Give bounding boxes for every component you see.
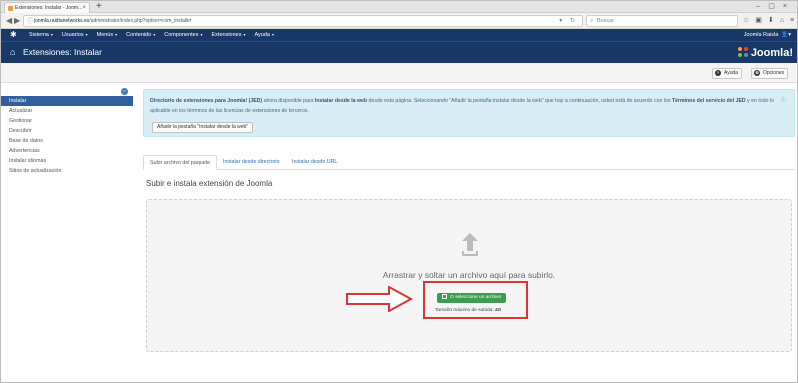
sidebar-item-instalar-idiomas[interactable]: Instalar idiomas [1, 156, 133, 166]
tab-install-from-directory[interactable]: Instalar desde directorio [217, 155, 286, 170]
browser-nav-bar: ◀ ▶ ⓘ joomla.raidtanetworks.es/administr… [1, 13, 797, 29]
install-tabs: Subir archivo del paquete Instalar desde… [143, 155, 795, 170]
sidebar-item-gestionar[interactable]: Gestionar [1, 116, 133, 126]
gear-icon: ⚙ [754, 70, 760, 76]
tab-upload-package[interactable]: Subir archivo del paquete [143, 155, 218, 170]
back-icon[interactable]: ◀ [6, 15, 12, 26]
tab-install-from-url[interactable]: Instalar desde URL [286, 155, 343, 170]
admin-menu: Sistema ▾ Usuarios ▾ Menús ▾ Contenido ▾ Com… [29, 29, 274, 41]
brand-text: Joomla! [750, 47, 793, 59]
menu-item-menus[interactable]: Menús ▾ [97, 29, 118, 41]
url-host: joomla.raidtanetworks.es [34, 18, 90, 24]
upload-icon [462, 233, 478, 257]
menu-item-contenido[interactable]: Contenido ▾ [126, 29, 155, 41]
user-menu[interactable]: Joomla Raisla 👤▾ [744, 29, 791, 41]
page-title: Extensiones: Instalar [23, 47, 102, 57]
browser-tab[interactable]: Extensiones: Instalar - Joom... × [4, 2, 90, 13]
reload-icon[interactable]: ▾ ↻ [559, 16, 578, 26]
add-web-install-tab-button[interactable]: Añadir la pestaña "Instalar desde la web… [152, 122, 254, 133]
puzzle-icon: ⌂ [10, 47, 16, 57]
annotation-highlight-box: O seleccione un archivo Tamaño máximo de… [423, 281, 528, 319]
sidebar-item-descubrir[interactable]: Descubrir [1, 126, 133, 136]
jed-info-alert: ⓘ Directorio de extensiones para Joomla!… [143, 89, 795, 137]
sidebar-item-actualizar[interactable]: Actualizar [1, 106, 133, 116]
menu-item-extensiones[interactable]: Extensiones ▾ [212, 29, 246, 41]
url-path: /administrator/index.php?option=com_inst… [89, 18, 192, 24]
sidebar: ⇔ Instalar Actualizar Gestionar Descubri… [1, 83, 133, 382]
search-icon: ⌕ [590, 18, 594, 24]
browser-search-input[interactable]: ⌕ Buscar [586, 15, 738, 27]
menu-item-usuarios[interactable]: Usuarios ▾ [62, 29, 88, 41]
select-file-button[interactable]: O seleccione un archivo [437, 293, 507, 303]
browser-toolbar-icons[interactable]: ☆▣⬇⌂≡ [743, 15, 797, 27]
annotation-arrow [346, 286, 413, 312]
sidebar-item-advertencias[interactable]: Advertencias [1, 146, 133, 156]
info-icon[interactable]: ⓘ [781, 95, 786, 105]
close-tab-icon[interactable]: × [82, 3, 86, 13]
sidebar-list: Instalar Actualizar Gestionar Descubrir … [1, 96, 133, 176]
max-upload-size: Tamaño máximo de subida: 4G [435, 308, 502, 313]
search-placeholder: Buscar [597, 18, 615, 24]
toolbar: ? Ayuda ⚙ Opciones [1, 63, 797, 83]
upload-dropzone[interactable]: Arrastrar y soltar un archivo aquí para … [146, 199, 792, 352]
forward-icon[interactable]: ▶ [14, 15, 20, 26]
options-button[interactable]: ⚙ Opciones [751, 68, 789, 79]
menu-item-componentes[interactable]: Componentes ▾ [164, 29, 202, 41]
new-tab-icon[interactable]: + [96, 1, 102, 12]
admin-menubar: ✱ Sistema ▾ Usuarios ▾ Menús ▾ Contenido ▾ C… [1, 29, 797, 41]
main-content: ⓘ Directorio de extensiones para Joomla!… [143, 89, 795, 379]
sidebar-item-instalar[interactable]: Instalar [1, 96, 133, 106]
browser-tab-strip: Extensiones: Instalar - Joom... × + –▢× [1, 1, 797, 13]
browser-window: Extensiones: Instalar - Joom... × + –▢× … [0, 0, 798, 383]
sidebar-item-base-de-datos[interactable]: Base de datos [1, 136, 133, 146]
upload-section-title: Subir e instala extensión de Joomla [146, 179, 273, 188]
browser-tab-title: Extensiones: Instalar - Joom... [15, 5, 83, 11]
address-bar[interactable]: ⓘ joomla.raidtanetworks.es/administrator… [23, 15, 583, 27]
joomla-mark-icon [737, 47, 749, 58]
joomla-favicon-icon [8, 6, 13, 11]
help-icon: ? [715, 70, 721, 76]
sidebar-toggle-icon[interactable]: ⇔ [121, 88, 128, 95]
info-icon: ⓘ [27, 19, 34, 25]
help-button[interactable]: ? Ayuda [712, 68, 743, 79]
window-controls[interactable]: –▢× [756, 1, 795, 12]
alert-text: Directorio de extensiones para Joomla! (… [150, 98, 774, 114]
file-copy-icon [442, 294, 447, 299]
sidebar-item-sitios-actualizacion[interactable]: Sitios de actualización [1, 166, 133, 176]
drop-instructions: Arrastrar y soltar un archivo aquí para … [382, 270, 556, 280]
menu-item-ayuda[interactable]: Ayuda ▾ [254, 29, 274, 41]
menu-item-sistema[interactable]: Sistema ▾ [29, 29, 53, 41]
page-header: ⌂ Extensiones: Instalar Joomla! [1, 41, 797, 63]
joomla-logo-icon[interactable]: ✱ [10, 30, 17, 40]
joomla-brand-logo: Joomla! [737, 46, 793, 60]
